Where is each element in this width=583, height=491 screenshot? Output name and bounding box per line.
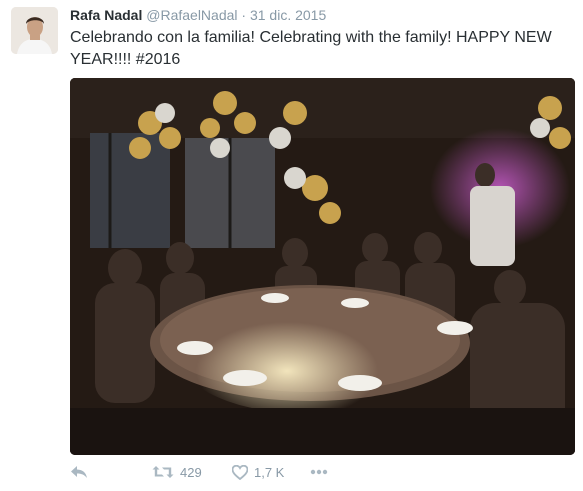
separator: · [241, 7, 247, 23]
tweet-date[interactable]: 31 dic. 2015 [250, 7, 326, 23]
heart-icon [232, 464, 248, 480]
retweet-button[interactable]: 429 [152, 464, 232, 480]
author-handle[interactable]: @RafaelNadal [146, 7, 237, 23]
reply-button[interactable] [70, 464, 152, 480]
like-count: 1,7 K [254, 464, 285, 480]
more-button[interactable] [310, 469, 340, 475]
retweet-count: 429 [180, 464, 202, 480]
tweet-actions: 429 1,7 K [70, 461, 340, 483]
author-name[interactable]: Rafa Nadal [70, 7, 142, 23]
more-icon [310, 469, 328, 475]
photo-image [70, 78, 575, 455]
tweet-text: Celebrando con la familia! Celebrating w… [70, 29, 552, 68]
reply-icon [70, 464, 88, 480]
avatar-image [11, 7, 58, 54]
tweet-photo[interactable] [70, 78, 575, 455]
like-button[interactable]: 1,7 K [232, 464, 310, 480]
retweet-icon [152, 464, 174, 480]
avatar[interactable] [11, 7, 58, 54]
tweet-header: Rafa Nadal @RafaelNadal · 31 dic. 2015 [70, 7, 326, 23]
